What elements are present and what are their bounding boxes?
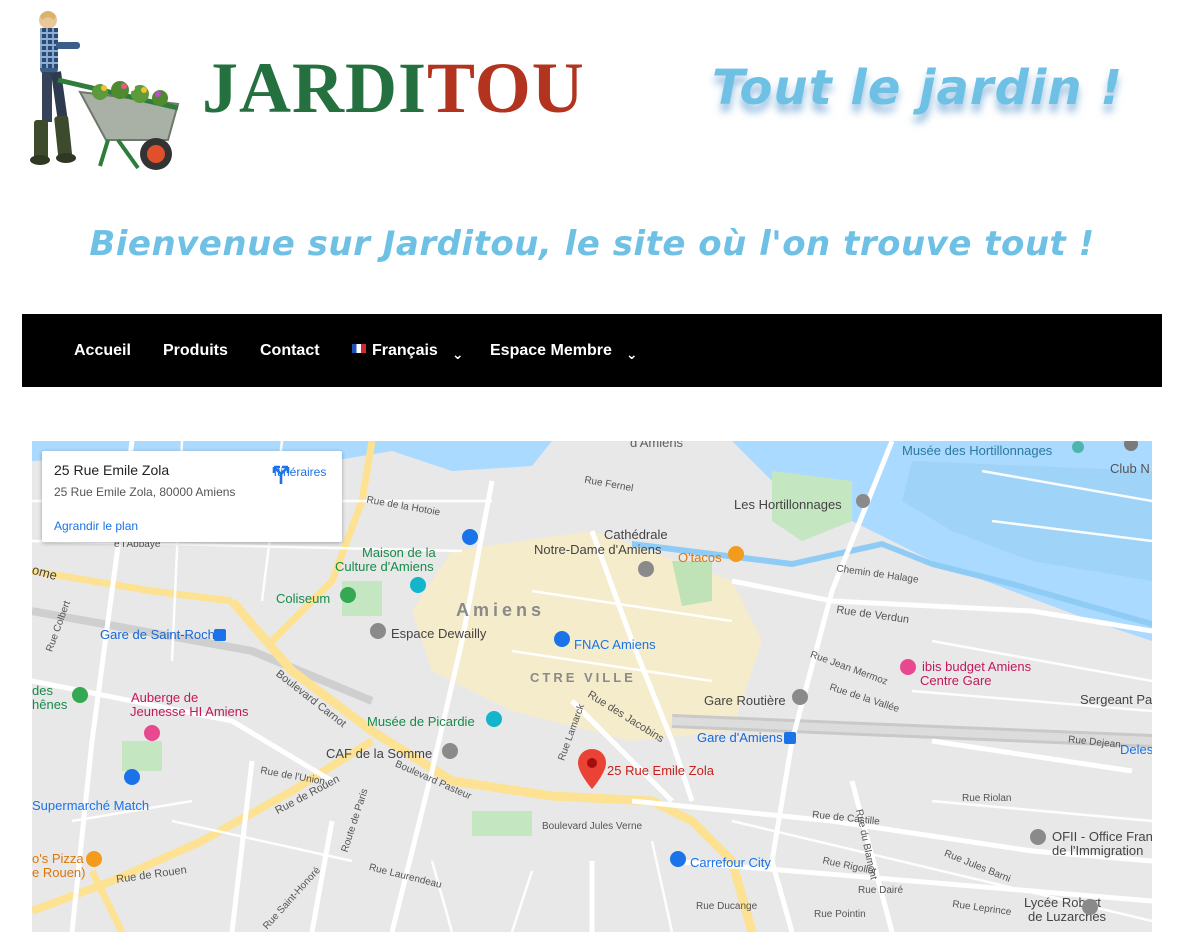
map-label-gare-saint-roch[interactable]: Gare de Saint-Roch [100, 627, 215, 642]
map-label-espace[interactable]: Espace Dewailly [391, 626, 486, 641]
place-marker-icon[interactable] [1030, 829, 1046, 845]
restaurant-marker-icon[interactable] [86, 851, 102, 867]
nav-espace-membre[interactable]: Espace Membre ⌄ [490, 314, 638, 387]
map-info-card: 25 Rue Emile Zola 25 Rue Emile Zola, 800… [42, 451, 342, 542]
shopping-marker-icon[interactable] [124, 769, 140, 785]
map-label-pizza-2[interactable]: e Rouen) [32, 865, 85, 880]
logo-part-red: TOU [427, 48, 585, 128]
map-label-cathedral-1[interactable]: Cathédrale [604, 527, 668, 542]
map-label-sergeant: Sergeant Pa [1080, 692, 1152, 707]
nav-accueil[interactable]: Accueil [74, 314, 131, 387]
map-label-caf[interactable]: CAF de la Somme [326, 746, 432, 761]
map-label-gare-routiere[interactable]: Gare Routière [704, 693, 786, 708]
map-label-fnac[interactable]: FNAC Amiens [574, 637, 656, 652]
french-flag-icon [352, 344, 366, 354]
map-label-des-1: des [32, 683, 53, 698]
map-label-des-2: hênes [32, 697, 68, 712]
street-boulevard-jules-verne: Boulevard Jules Verne [542, 821, 643, 832]
chevron-down-icon: ⌄ [625, 346, 638, 362]
map-label-deles: Deles [1120, 742, 1152, 757]
nav-accueil-label: Accueil [74, 342, 131, 359]
site-tagline: Tout le jardin ! [712, 60, 1124, 116]
map-label-ofii-2[interactable]: de l'Immigration [1052, 843, 1143, 858]
gardener-wheelbarrow-image [30, 11, 180, 170]
place-marker-icon[interactable] [370, 623, 386, 639]
bank-marker-icon[interactable] [442, 743, 458, 759]
logo-part-green: JARDI [202, 48, 428, 128]
church-marker-icon[interactable] [638, 561, 654, 577]
main-navigation: Accueil Produits Contact Français ⌄ Espac… [22, 314, 1162, 387]
shopping-marker-icon[interactable] [462, 529, 478, 545]
map-label-pizza-1[interactable]: o's Pizza [32, 851, 84, 866]
chevron-down-icon: ⌄ [451, 346, 464, 362]
hotel-marker-icon[interactable] [144, 725, 160, 741]
map-pin-label[interactable]: 25 Rue Emile Zola [607, 763, 714, 778]
map-label-ibis-1[interactable]: ibis budget Amiens [922, 659, 1031, 674]
map-label-ibis-2[interactable]: Centre Gare [920, 673, 992, 688]
street-rue-pointin: Rue Pointin [814, 909, 866, 920]
directions-icon [272, 465, 290, 484]
welcome-heading: Bienvenue sur Jarditou, le site où l'on … [89, 224, 1095, 264]
enlarge-map-link[interactable]: Agrandir le plan [54, 519, 138, 533]
school-marker-icon[interactable] [1082, 899, 1098, 915]
museum-marker-icon[interactable] [486, 711, 502, 727]
info-card-address: 25 Rue Emile Zola, 80000 Amiens [54, 485, 236, 499]
train-station-icon[interactable] [214, 629, 226, 641]
map-label-musee-picardie[interactable]: Musée de Picardie [367, 714, 475, 729]
map-label-gare-amiens[interactable]: Gare d'Amiens [697, 730, 783, 745]
place-marker-icon[interactable] [856, 494, 870, 508]
map-label-club: Club N [1110, 461, 1150, 476]
map-label-otacos[interactable]: O'tacos [678, 550, 722, 565]
nav-contact-label: Contact [260, 342, 320, 359]
shopping-marker-icon[interactable] [670, 851, 686, 867]
nav-produits-label: Produits [163, 342, 228, 359]
hotel-marker-icon[interactable] [900, 659, 916, 675]
map-label-cathedral-2[interactable]: Notre-Dame d'Amiens [534, 542, 661, 557]
location-pin-icon[interactable] [578, 749, 606, 789]
map-label-carrefour[interactable]: Carrefour City [690, 855, 771, 870]
map-label-city: Amiens [456, 600, 546, 620]
place-marker-icon[interactable] [792, 689, 808, 705]
directions-button[interactable]: Itinéraires [270, 463, 330, 484]
map-label-hortillonnages[interactable]: Les Hortillonnages [734, 497, 842, 512]
nav-language-label: Français [372, 342, 438, 359]
map-label-auberge-2[interactable]: Jeunesse HI Amiens [130, 704, 249, 719]
museum-marker-icon[interactable] [1072, 441, 1084, 453]
street-rue-riolan: Rue Riolan [962, 793, 1012, 804]
nav-espace-membre-label: Espace Membre [490, 342, 612, 359]
park-marker-icon[interactable] [340, 587, 356, 603]
restaurant-marker-icon[interactable] [728, 546, 744, 562]
shopping-marker-icon[interactable] [554, 631, 570, 647]
train-station-icon[interactable] [784, 732, 796, 744]
street-rue-daire: Rue Dairé [858, 885, 904, 896]
street-rue-ducange: Rue Ducange [696, 901, 758, 912]
park-marker-icon[interactable] [72, 687, 88, 703]
map-label-auberge-1[interactable]: Auberge de [131, 690, 198, 705]
map-label-coliseum[interactable]: Coliseum [276, 591, 330, 606]
site-logo[interactable]: JARDITOU [202, 48, 585, 128]
map-label-maison-1[interactable]: Maison de la [362, 545, 436, 560]
map-label-supermarche[interactable]: Supermarché Match [32, 798, 149, 813]
site-header: JARDITOU Tout le jardin ! Bienvenue sur … [0, 0, 1184, 300]
map-label-district: CTRE VILLE [530, 670, 636, 685]
map-label-hortillonnages-museum[interactable]: Musée des Hortillonnages [902, 443, 1052, 458]
google-map[interactable]: d'Amiens Musée des Hortillonnages Club N… [32, 441, 1152, 932]
theater-marker-icon[interactable] [410, 577, 426, 593]
nav-contact[interactable]: Contact [260, 314, 320, 387]
info-card-title: 25 Rue Emile Zola [54, 462, 170, 478]
nav-language-menu[interactable]: Français ⌄ [352, 314, 464, 387]
map-label-maison-2[interactable]: Culture d'Amiens [335, 559, 434, 574]
nav-produits[interactable]: Produits [163, 314, 228, 387]
map-label-damiens: d'Amiens [630, 441, 684, 450]
map-label-ofii-1[interactable]: OFII - Office Fran [1052, 829, 1152, 844]
